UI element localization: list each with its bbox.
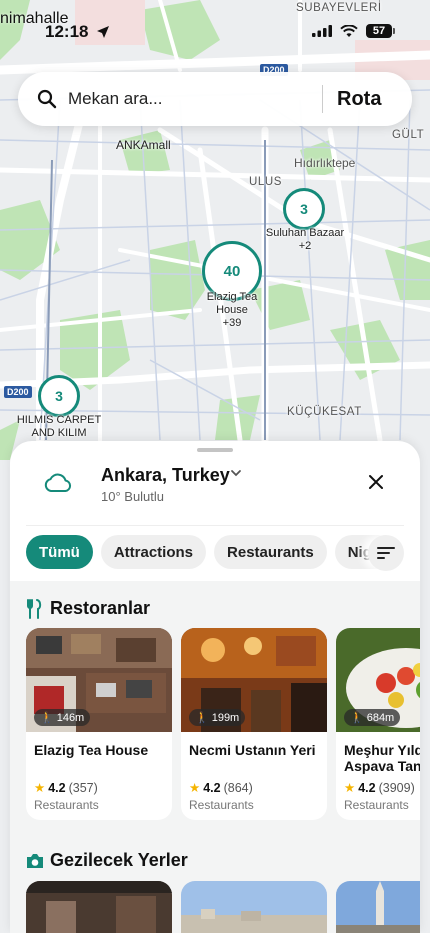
chevron-down-icon[interactable] bbox=[230, 467, 242, 479]
fork-knife-icon bbox=[27, 598, 42, 619]
review-count: (864) bbox=[223, 780, 253, 795]
camera-icon bbox=[27, 853, 43, 868]
section-header-sights: Gezilecek Yerler bbox=[26, 850, 188, 871]
map-cluster-marker[interactable]: 3 bbox=[38, 375, 80, 417]
place-photo: 🚶 684m bbox=[336, 628, 420, 732]
cluster-count: 3 bbox=[300, 201, 308, 217]
distance-badge: 🚶 199m bbox=[189, 709, 246, 726]
cluster-count: 3 bbox=[55, 388, 63, 404]
cluster-label: HILMIS CARPET AND KILIM bbox=[9, 414, 109, 440]
place-card[interactable]: 🚶684m Meşhur Yıldız Aspava Tandır ★4.2(3… bbox=[336, 628, 420, 820]
review-count: (3909) bbox=[378, 780, 415, 795]
place-photo bbox=[26, 881, 172, 933]
distance-badge: 🚶 684m bbox=[344, 709, 401, 726]
cluster-name: Suluhan Bazaar bbox=[265, 227, 345, 239]
place-card[interactable] bbox=[26, 881, 172, 933]
map-label-kucukesat: KÜÇÜKESAT bbox=[287, 406, 362, 418]
place-category: Restaurants bbox=[344, 798, 409, 812]
bottom-sheet: Ankara, Turkey 10° Bulutlu Tümü Attracti… bbox=[10, 441, 420, 933]
distance-text: 146m bbox=[56, 711, 85, 724]
sheet-drag-handle[interactable] bbox=[197, 448, 233, 452]
chip-attractions[interactable]: Attractions bbox=[100, 535, 207, 569]
battery-icon: 57 bbox=[366, 24, 395, 38]
cluster-name: Elazig Tea House bbox=[206, 291, 258, 316]
place-name: Meşhur Yıldız Aspava Tandır bbox=[344, 742, 420, 774]
cellular-signal-icon bbox=[312, 25, 332, 37]
cluster-more-count: +39 bbox=[222, 317, 242, 329]
distance-text: 684m bbox=[366, 711, 395, 724]
place-photo bbox=[181, 881, 327, 933]
sheet-content: Restoranlar 🚶 146m Elazig Tea House ★ 4.… bbox=[10, 581, 420, 933]
walking-icon: 🚶 bbox=[40, 712, 54, 724]
map-label-ankamall: ANKAmall bbox=[116, 138, 171, 152]
section-header-restaurants: Restoranlar bbox=[26, 598, 150, 619]
weather-summary: 10° Bulutlu bbox=[101, 489, 165, 504]
place-photo: 🚶 199m bbox=[181, 628, 327, 732]
star-icon: ★ bbox=[189, 781, 201, 795]
search-icon bbox=[37, 89, 57, 109]
place-photo bbox=[336, 881, 420, 933]
map-label-ulus: ULUS bbox=[249, 176, 283, 188]
cluster-name: HILMIS CARPET AND KILIM bbox=[16, 414, 102, 439]
divider bbox=[26, 525, 404, 526]
review-count: (357) bbox=[68, 780, 98, 795]
sights-carousel bbox=[26, 881, 420, 933]
place-category: Restaurants bbox=[34, 798, 99, 812]
search-bar: Rota bbox=[18, 72, 412, 126]
star-icon: ★ bbox=[34, 781, 46, 795]
place-rating: ★ 4.2 (357) bbox=[34, 780, 98, 796]
sort-lines-icon bbox=[377, 547, 395, 559]
search-input[interactable] bbox=[68, 89, 318, 109]
place-rating: ★ 4.2 (864) bbox=[189, 780, 253, 796]
map-cluster-marker[interactable]: 3 bbox=[283, 188, 325, 230]
rating-value: 4.2 bbox=[48, 780, 66, 795]
walking-icon: 🚶 bbox=[195, 712, 209, 724]
search-divider bbox=[322, 85, 323, 113]
chip-restaurants[interactable]: Restaurants bbox=[214, 535, 327, 569]
cluster-label: Elazig Tea House +39 bbox=[182, 291, 282, 330]
place-rating: ★ 4.2 (3909) bbox=[344, 780, 415, 796]
section-title: Gezilecek Yerler bbox=[50, 850, 188, 870]
status-bar: nimahalle 12:18 57 bbox=[0, 0, 430, 44]
place-card[interactable]: 🚶 146m Elazig Tea House ★ 4.2 (357) Restaur… bbox=[26, 628, 172, 820]
map-label-hidirliktepe: Hıdırlıktepe bbox=[294, 156, 356, 170]
place-name: Necmi Ustanın Yeri bbox=[189, 742, 316, 758]
walking-icon: 🚶 bbox=[350, 712, 364, 724]
section-title: Restoranlar bbox=[50, 598, 151, 618]
place-card[interactable]: 🚶 199m Necmi Ustanın Yeri ★ 4.2 (864) Resta… bbox=[181, 628, 327, 820]
location-name[interactable]: Ankara, Turkey bbox=[101, 465, 230, 486]
cloud-icon bbox=[44, 473, 72, 492]
rating-value: 4.2 bbox=[203, 780, 221, 795]
status-time: 12:18 bbox=[45, 22, 89, 41]
distance-text: 199m bbox=[211, 711, 240, 724]
place-name: Elazig Tea House bbox=[34, 742, 149, 758]
location-weather-header: Ankara, Turkey 10° Bulutlu bbox=[10, 459, 420, 523]
place-photo: 🚶 146m bbox=[26, 628, 172, 732]
route-button[interactable]: Rota bbox=[337, 88, 381, 111]
location-arrow-icon bbox=[97, 26, 109, 38]
place-card[interactable] bbox=[336, 881, 420, 933]
map-label-gult: GÜLT bbox=[392, 129, 425, 141]
close-icon[interactable] bbox=[368, 474, 384, 490]
distance-badge: 🚶 146m bbox=[34, 709, 91, 726]
cluster-count: 40 bbox=[223, 262, 241, 280]
chip-all[interactable]: Tümü bbox=[26, 535, 93, 569]
category-filter-chips: Tümü Attractions Restaurants Nigh bbox=[26, 535, 420, 573]
cluster-label: Suluhan Bazaar +2 bbox=[255, 227, 355, 253]
battery-level: 57 bbox=[372, 25, 386, 37]
sort-button[interactable] bbox=[368, 535, 404, 571]
cluster-more-count: +2 bbox=[298, 240, 312, 252]
star-icon: ★ bbox=[344, 781, 356, 795]
place-card[interactable] bbox=[181, 881, 327, 933]
road-badge-d200: D200 bbox=[4, 386, 32, 398]
restaurant-carousel: 🚶 146m Elazig Tea House ★ 4.2 (357) Restaur… bbox=[26, 628, 420, 820]
place-category: Restaurants bbox=[189, 798, 254, 812]
wifi-icon bbox=[340, 24, 358, 37]
rating-value: 4.2 bbox=[358, 780, 376, 795]
